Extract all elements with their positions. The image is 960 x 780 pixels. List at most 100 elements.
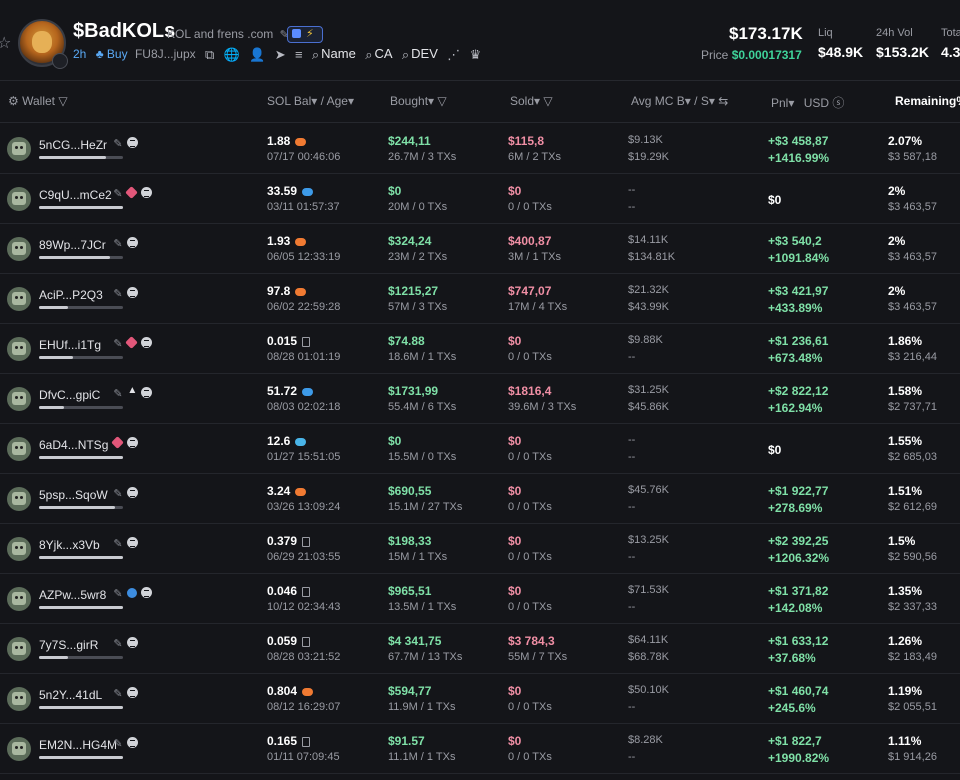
wallet-menu-icon[interactable] (127, 237, 139, 248)
sort-icon[interactable]: ▾ (788, 96, 794, 110)
wallet-address[interactable]: AZPw...5wr8 (39, 588, 106, 602)
wallet-menu-icon[interactable] (127, 437, 139, 448)
sort-icon[interactable]: ▾ (311, 94, 317, 108)
menu-circle-icon[interactable]: ≡ (295, 47, 303, 62)
wallet-menu-icon[interactable] (141, 187, 153, 198)
wallet-address[interactable]: 5psp...SqoW (39, 488, 108, 502)
search-name-label[interactable]: Name (321, 46, 356, 61)
wallet-menu-icon[interactable] (127, 737, 139, 748)
table-row[interactable]: EM2N...HG4M ✎ 0.165 01/11 07:09:45 $91.57 11.… (0, 723, 960, 774)
edit-pencil-icon[interactable]: ✎ (113, 637, 122, 650)
wallet-address[interactable]: 6aD4...NTSg (39, 438, 108, 452)
edit-pencil-icon[interactable]: ✎ (113, 187, 122, 200)
bought-detail: 11.9M / 1 TXs (388, 701, 456, 713)
wallet-menu-icon[interactable] (141, 337, 153, 348)
edit-pencil-icon[interactable]: ✎ (113, 587, 122, 600)
swap-icon[interactable]: ⇆ (718, 94, 728, 108)
table-row[interactable]: C9qU...mCe2 ✎ 33.59 03/11 01:57:37 $0 20M / 0… (0, 173, 960, 224)
search-name-icon[interactable]: ⌕ (312, 47, 319, 63)
edit-pencil-icon[interactable]: ✎ (113, 387, 122, 400)
crown-icon[interactable]: ♛ (470, 47, 482, 63)
wallet-menu-icon[interactable] (127, 137, 139, 148)
edit-pencil-icon[interactable]: ✎ (113, 537, 122, 550)
edit-pencil-icon[interactable]: ✎ (113, 137, 122, 150)
wallet-address[interactable]: EM2N...HG4M (39, 738, 117, 752)
holder-age: 08/12 16:29:07 (267, 701, 341, 713)
pnl-column-header[interactable]: Pnl▾ USD ⓢ (771, 94, 844, 111)
table-row[interactable]: 5n2Y...41dL ✎ 0.804 08/12 16:29:07 $594,77 11… (0, 673, 960, 724)
wallet-menu-icon[interactable] (141, 387, 153, 398)
sort-icon[interactable]: ▾ (428, 94, 434, 108)
wallet-address[interactable]: 5n2Y...41dL (39, 688, 102, 702)
token-address[interactable]: FU8J...jupx (135, 47, 196, 61)
copy-icon[interactable]: ⧉ (205, 47, 214, 63)
wallet-menu-icon[interactable] (127, 687, 139, 698)
table-row[interactable]: EHUf...i1Tg ✎ 0.015 08/28 01:01:19 $74.88 18.… (0, 323, 960, 374)
solbal-age-column-header[interactable]: SOL Bal▾ / Age▾ (267, 94, 354, 108)
vol-value: $153.2K (876, 44, 929, 60)
sort-icon[interactable]: ▾ (348, 94, 354, 108)
wallet-menu-icon[interactable] (127, 637, 139, 648)
wallet-address[interactable]: EHUf...i1Tg (39, 338, 101, 352)
token-badges: ⚡ (287, 26, 323, 43)
bought-column-header[interactable]: Bought▾ ▽ (390, 94, 447, 108)
wallet-column-header[interactable]: ⚙ Wallet ▽ (8, 94, 68, 108)
table-row[interactable]: 89Wp...7JCr ✎ 1.93 06/05 12:33:19 $324,24 23M… (0, 223, 960, 274)
wallet-menu-icon[interactable] (127, 537, 139, 548)
avg-mc-buy: $50.10K (628, 684, 669, 696)
table-row[interactable]: AciP...P2Q3 ✎ 97.8 06/02 22:59:28 $1215,27 57… (0, 273, 960, 324)
sort-icon[interactable]: ▾ (709, 94, 715, 108)
pnl-percent: +673.48% (768, 351, 823, 365)
avg-mc-buy: $9.88K (628, 334, 663, 346)
share-icon[interactable]: ⋰ (447, 47, 460, 63)
globe-icon[interactable]: 🌐 (224, 47, 240, 63)
user-icon[interactable]: 👤 (249, 47, 265, 63)
settings-gear-icon[interactable]: ⚙ (8, 94, 19, 108)
search-dev-label[interactable]: DEV (411, 46, 438, 61)
table-row[interactable]: AZPw...5wr8 ✎ 0.046 10/12 02:34:43 $965,51 13… (0, 573, 960, 624)
edit-pencil-icon[interactable]: ✎ (113, 687, 122, 700)
wallet-address[interactable]: DfvC...gpiC (39, 388, 100, 402)
sol-balance: 1.93 (267, 234, 307, 248)
star-icon[interactable]: ☆ (0, 33, 11, 53)
edit-pencil-icon[interactable]: ✎ (113, 287, 122, 300)
avgmc-column-header[interactable]: Avg MC B▾ / S▾ ⇆ (631, 94, 728, 108)
wallet-address[interactable]: 89Wp...7JCr (39, 238, 106, 252)
wallet-menu-icon[interactable] (127, 287, 139, 298)
avg-mc-buy: $71.53K (628, 584, 669, 596)
telegram-icon[interactable]: ➤ (275, 47, 286, 63)
search-dev-icon[interactable]: ⌕ (402, 47, 409, 63)
sold-column-header[interactable]: Sold▾ ▽ (510, 94, 553, 108)
holder-age: 08/28 03:21:52 (267, 651, 341, 663)
wallet-menu-icon[interactable] (141, 587, 153, 598)
filter-icon[interactable]: ▽ (437, 94, 446, 108)
search-ca-label[interactable]: CA (374, 46, 392, 61)
table-row[interactable]: 8Yjk...x3Vb ✎ 0.379 06/29 21:03:55 $198,33 15… (0, 523, 960, 574)
wallet-address[interactable]: 7y7S...girR (39, 638, 98, 652)
wallet-address[interactable]: C9qU...mCe2 (39, 188, 112, 202)
table-row[interactable]: 6aD4...NTSg 12.6 01/27 15:51:05 $0 15.5M / 0… (0, 423, 960, 474)
sort-icon[interactable]: ▾ (685, 94, 691, 108)
wallet-address[interactable]: 8Yjk...x3Vb (39, 538, 100, 552)
search-ca-icon[interactable]: ⌕ (365, 47, 372, 63)
filter-icon[interactable]: ▽ (58, 94, 67, 108)
sort-icon[interactable]: ▾ (534, 94, 540, 108)
edit-pencil-icon[interactable]: ✎ (113, 237, 122, 250)
wallet-address[interactable]: AciP...P2Q3 (39, 288, 103, 302)
table-row[interactable]: 5nCG...HeZr ✎ 1.88 07/17 00:46:06 $244,11 26.… (0, 123, 960, 174)
currency-icon[interactable]: ⓢ (832, 96, 844, 110)
remaining-column-header[interactable]: Remaining% (895, 94, 960, 108)
buy-link[interactable]: ♣ Buy (96, 47, 128, 61)
wallet-menu-icon[interactable] (127, 487, 139, 498)
table-row[interactable]: 7y7S...girR ✎ 0.059 08/28 03:21:52 $4 341,75… (0, 623, 960, 674)
holder-age: 01/27 15:51:05 (267, 451, 341, 463)
holder-age: 06/29 21:03:55 (267, 551, 341, 563)
edit-pencil-icon[interactable]: ✎ (113, 737, 122, 750)
filter-icon[interactable]: ▽ (543, 94, 552, 108)
edit-pencil-icon[interactable]: ✎ (113, 487, 122, 500)
sold-amount: $0 (508, 684, 522, 698)
edit-pencil-icon[interactable]: ✎ (113, 337, 122, 350)
table-row[interactable]: DfvC...gpiC ✎ ▲ 51.72 08/03 02:02:18 $1731,99… (0, 373, 960, 424)
table-row[interactable]: 5psp...SqoW ✎ 3.24 03/26 13:09:24 $690,55 15.… (0, 473, 960, 524)
wallet-address[interactable]: 5nCG...HeZr (39, 138, 107, 152)
